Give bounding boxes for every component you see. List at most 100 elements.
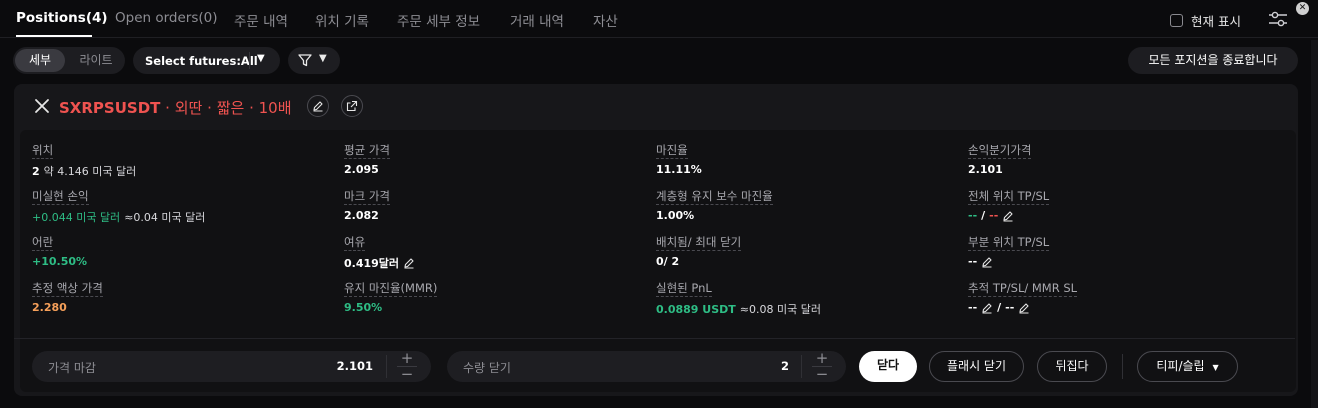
- margin-mode: 외딴: [174, 99, 203, 117]
- tiered-mmr-value: 1.00%: [656, 209, 695, 222]
- slash: /: [981, 209, 986, 222]
- edit-icon: [313, 101, 323, 112]
- mark-price-label[interactable]: 마크 가격: [344, 189, 390, 205]
- close-all-positions-button[interactable]: 모든 포지션을 종료합니다: [1128, 47, 1298, 74]
- decrement-button[interactable]: −: [807, 367, 837, 382]
- button-divider: [1122, 354, 1123, 379]
- size-sub-value: 약 4.146 미국 달러: [43, 165, 137, 178]
- scrollbar[interactable]: [1311, 40, 1318, 408]
- trailing-tpsl-cell: 추적 TP/SL/ MMR SL -- / --: [968, 281, 1268, 314]
- realized-pnl-label[interactable]: 실현된 PnL: [656, 281, 712, 297]
- tab-assets[interactable]: 자산: [593, 10, 618, 30]
- edit-tpsl-icon[interactable]: [1002, 210, 1014, 222]
- price-close-input[interactable]: 2.101: [337, 359, 373, 373]
- share-position-button[interactable]: [341, 95, 363, 117]
- margin-rate-value: 11.11%: [656, 163, 702, 176]
- adl-label[interactable]: 배치됨/ 최대 닫기: [656, 235, 742, 251]
- flash-close-button[interactable]: 플래시 닫기: [929, 351, 1024, 382]
- mmr-cell: 유지 마진율(MMR) 9.50%: [344, 281, 644, 314]
- show-current-label: 현재 표시: [1191, 14, 1241, 29]
- adl-cell: 배치됨/ 최대 닫기 0/ 2: [656, 235, 956, 268]
- close-icon[interactable]: ✕: [1296, 2, 1309, 15]
- position-direction: 짧은: [216, 99, 245, 117]
- price-close-field[interactable]: 가격 마감 2.101 + −: [32, 351, 431, 382]
- qty-close-stepper[interactable]: + −: [807, 351, 837, 382]
- tab-position-history[interactable]: 위치 기록: [315, 10, 369, 30]
- roe-label[interactable]: 어란: [32, 235, 54, 251]
- close-position-button[interactable]: 닫다: [859, 351, 917, 382]
- price-close-stepper[interactable]: + −: [392, 351, 422, 382]
- separator: ·: [165, 99, 170, 117]
- realized-pnl-sub-value: ≈0.08 미국 달러: [739, 303, 821, 316]
- margin-rate-label[interactable]: 마진율: [656, 143, 688, 159]
- decrement-button[interactable]: −: [392, 367, 422, 382]
- trailing-a-value: --: [968, 301, 978, 314]
- unrealized-pnl-label[interactable]: 미실현 손익: [32, 189, 89, 205]
- controls-divider: [14, 338, 1295, 339]
- liq-price-value: 2.280: [32, 301, 67, 314]
- reverse-position-button[interactable]: 뒤집다: [1037, 351, 1107, 382]
- size-value: 2: [32, 164, 40, 178]
- partial-tpsl-value: --: [968, 255, 978, 268]
- full-tpsl-label[interactable]: 전체 위치 TP/SL: [968, 189, 1050, 205]
- tab-open-orders[interactable]: Open orders(0): [115, 10, 218, 26]
- breakeven-value: 2.101: [968, 163, 1003, 176]
- futures-select-label: Select futures:All: [145, 53, 258, 68]
- tpsl-dropdown-button[interactable]: 티피/슬립 ▼: [1137, 351, 1238, 382]
- tab-positions[interactable]: Positions(4): [16, 10, 108, 26]
- futures-select[interactable]: Select futures:All ▼: [133, 47, 280, 74]
- tiered-mmr-cell: 계층형 유지 보수 마진율 1.00%: [656, 189, 956, 222]
- tab-order-details[interactable]: 주문 세부 정보: [397, 10, 480, 30]
- view-mode-toggle: 세부 라이트: [13, 47, 125, 74]
- view-detail-button[interactable]: 세부: [15, 49, 65, 72]
- mmr-label[interactable]: 유지 마진율(MMR): [344, 281, 438, 297]
- view-lite-button[interactable]: 라이트: [69, 49, 123, 72]
- breakeven-label[interactable]: 손익분기가격: [968, 143, 1032, 159]
- input-divider: [801, 355, 802, 378]
- separator: ·: [207, 99, 212, 117]
- margin-value: 0.419달러: [344, 257, 400, 270]
- qty-close-field[interactable]: 수량 닫기 2 + −: [447, 351, 846, 382]
- tab-order-history[interactable]: 주문 내역: [234, 10, 288, 30]
- tiered-mmr-label[interactable]: 계층형 유지 보수 마진율: [656, 189, 773, 205]
- edit-leverage-button[interactable]: [307, 95, 329, 117]
- liq-price-label[interactable]: 추정 액상 가격: [32, 281, 103, 297]
- full-tpsl-cell: 전체 위치 TP/SL -- / --: [968, 189, 1268, 222]
- margin-label[interactable]: 여유: [344, 235, 366, 251]
- edit-partial-tpsl-icon[interactable]: [981, 256, 993, 268]
- unrealized-pnl-cell: 미실현 손익 +0.044 미국 달러 ≈0.04 미국 달러: [32, 189, 332, 225]
- partial-tpsl-cell: 부분 위치 TP/SL --: [968, 235, 1268, 268]
- filter-icon: [298, 54, 312, 67]
- edit-trailing-icon[interactable]: [981, 302, 993, 314]
- qty-close-input[interactable]: 2: [781, 359, 789, 373]
- settings-sliders-icon[interactable]: [1268, 11, 1288, 27]
- increment-button[interactable]: +: [392, 351, 422, 366]
- position-symbol[interactable]: SXRPSUSDT: [59, 99, 160, 117]
- mmr-value: 9.50%: [344, 301, 383, 314]
- size-label[interactable]: 위치: [32, 143, 54, 159]
- avg-price-value: 2.095: [344, 163, 379, 176]
- full-sl-value: --: [989, 209, 999, 222]
- breakeven-cell: 손익분기가격 2.101: [968, 143, 1268, 176]
- position-title: SXRPSUSDT · 외딴 · 짧은 · 10배: [59, 97, 292, 118]
- edit-mmr-sl-icon[interactable]: [1018, 302, 1030, 314]
- trailing-tpsl-label[interactable]: 추적 TP/SL/ MMR SL: [968, 281, 1078, 297]
- mark-price-cell: 마크 가격 2.082: [344, 189, 644, 222]
- slash: /: [997, 301, 1002, 314]
- chevron-down-icon: ▼: [319, 53, 327, 64]
- leverage: 10배: [258, 99, 292, 117]
- show-current-checkbox[interactable]: [1170, 14, 1183, 27]
- increment-button[interactable]: +: [807, 351, 837, 366]
- tab-trade-history[interactable]: 거래 내역: [510, 10, 564, 30]
- x-logo-icon: [35, 99, 49, 113]
- avg-price-cell: 평균 가격 2.095: [344, 143, 644, 176]
- partial-tpsl-label[interactable]: 부분 위치 TP/SL: [968, 235, 1050, 251]
- input-divider: [386, 355, 387, 378]
- futures-select-divider: [249, 52, 250, 69]
- filter-button[interactable]: ▼: [288, 47, 340, 74]
- avg-price-label[interactable]: 평균 가격: [344, 143, 390, 159]
- show-current-toggle[interactable]: 현재 표시: [1170, 11, 1241, 30]
- edit-margin-icon[interactable]: [403, 257, 415, 269]
- tab-bar: Positions(4) Open orders(0) 주문 내역 위치 기록 …: [0, 0, 1318, 38]
- full-tp-value: --: [968, 209, 978, 222]
